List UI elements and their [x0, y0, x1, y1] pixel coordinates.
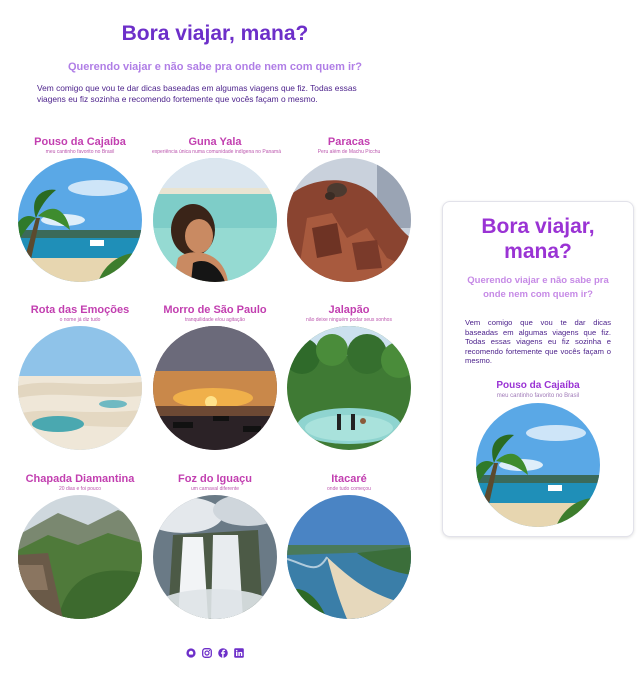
destination-photo[interactable]	[18, 326, 142, 450]
destination-photo[interactable]	[153, 158, 277, 282]
destination-name: Pouso da Cajaíba	[34, 136, 126, 148]
destination-name: Morro de São Paulo	[163, 304, 267, 316]
destination-photo[interactable]	[287, 495, 411, 619]
page-title: Bora viajar, mana?	[121, 22, 309, 45]
destination-card[interactable]: Guna Yala experiência única numa comunid…	[152, 136, 281, 282]
destination-card[interactable]: Foz do Iguaçu um carnaval diferente	[152, 473, 278, 619]
destination-photo[interactable]	[287, 326, 411, 450]
destination-card[interactable]: Jalapão não deixe ninguém podar seus son…	[286, 304, 412, 450]
destination-photo[interactable]	[153, 326, 277, 450]
destination-name: Paracas	[327, 136, 371, 148]
destination-name: Guna Yala	[188, 136, 242, 148]
card-destination-name: Pouso da Cajaíba	[496, 379, 580, 391]
card-destination-photo[interactable]	[476, 402, 600, 527]
destination-card[interactable]: Chapada Diamantina 20 dias e foi pouco	[17, 473, 143, 619]
destination-tagline: experiência única numa comunidade indíge…	[152, 149, 281, 155]
destination-tagline: Peru além de Machu Picchu	[317, 149, 381, 155]
linkedin-icon[interactable]	[234, 648, 244, 658]
destination-tagline: o nome já diz tudo	[59, 317, 101, 323]
destination-tagline: meu cantinho favorito no Brasil	[45, 149, 115, 155]
destination-tagline: onde tudo começou	[327, 486, 371, 492]
destination-card[interactable]: Itacaré onde tudo começou	[286, 473, 412, 619]
destination-photo[interactable]	[287, 158, 411, 282]
destination-card[interactable]: Morro de São Paulo tranquilidade e/ou ag…	[152, 304, 278, 450]
card-destination-tagline: meu cantinho favorito no Brasil	[496, 392, 580, 399]
social-links	[186, 648, 244, 658]
facebook-icon[interactable]	[218, 648, 228, 658]
card-title: Bora viajar, mana?	[481, 215, 595, 263]
destination-tagline: um carnaval diferente	[190, 486, 240, 492]
destination-card[interactable]: Paracas Peru além de Machu Picchu	[286, 136, 412, 282]
instagram-icon[interactable]	[202, 648, 212, 658]
destination-name: Chapada Diamantina	[25, 473, 135, 485]
page-subtitle: Querendo viajar e não sabe pra onde nem …	[67, 61, 363, 73]
destination-photo[interactable]	[18, 495, 142, 619]
destination-name: Itacaré	[331, 473, 367, 485]
destination-photo[interactable]	[153, 495, 277, 619]
destination-name: Rota das Emoções	[30, 304, 130, 316]
destination-card[interactable]: Pouso da Cajaíba meu cantinho favorito n…	[17, 136, 143, 282]
destination-tagline: não deixe ninguém podar seus sonhos	[306, 317, 392, 323]
destination-tagline: 20 dias e foi pouco	[59, 486, 101, 492]
destination-card[interactable]: Rota das Emoções o nome já diz tudo	[17, 304, 143, 450]
destination-tagline: tranquilidade e/ou agitação	[184, 317, 246, 323]
destination-name: Foz do Iguaçu	[178, 473, 252, 485]
destination-name: Jalapão	[328, 304, 370, 316]
mobile-preview-card: Bora viajar, mana? Querendo viajar e não…	[442, 201, 634, 537]
card-subtitle: Querendo viajar e não sabe pra onde nem …	[467, 275, 609, 300]
page-description: Vem comigo que vou te dar dicas baseadas…	[37, 83, 357, 104]
destination-photo[interactable]	[18, 158, 142, 282]
github-icon[interactable]	[186, 648, 196, 658]
card-description: Vem comigo que vou te dar dicas baseadas…	[465, 318, 611, 366]
